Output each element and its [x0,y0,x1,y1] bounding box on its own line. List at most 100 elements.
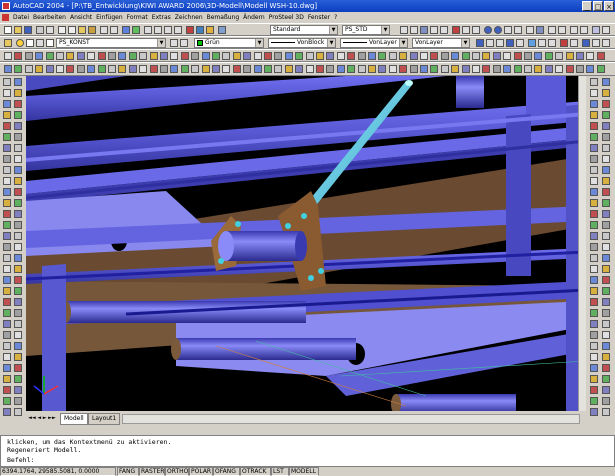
new-icon[interactable] [4,26,12,34]
tool-icon[interactable] [14,408,22,416]
tool-icon[interactable] [222,52,231,60]
tool-icon[interactable] [482,65,491,73]
tool-icon[interactable] [4,52,12,60]
tool-icon[interactable] [590,309,598,317]
tool-icon[interactable] [3,342,11,350]
tool-icon[interactable] [565,52,574,60]
tool-icon[interactable] [191,52,200,60]
tool-icon[interactable] [56,52,64,60]
tool-icon[interactable] [97,52,106,60]
tool-icon[interactable] [504,26,512,34]
app-icon[interactable] [2,2,10,10]
open-icon[interactable] [14,26,22,34]
tool-icon[interactable] [316,52,324,60]
tool-icon[interactable] [14,221,22,229]
tool-icon[interactable] [128,52,137,60]
tool-icon[interactable] [496,39,504,47]
tool-icon[interactable] [3,232,11,240]
tool-icon[interactable] [492,65,501,73]
tool-icon[interactable] [399,65,408,73]
command-prompt[interactable]: Befehl: [7,456,34,465]
tool-icon[interactable] [534,52,543,60]
tool-icon[interactable] [590,320,598,328]
tool-icon[interactable] [602,320,610,328]
tool-icon[interactable] [472,65,480,73]
tool-icon[interactable] [264,52,272,60]
tool-icon[interactable] [602,353,610,361]
tool-icon[interactable] [347,65,356,73]
tool-icon[interactable] [400,26,408,34]
tool-icon[interactable] [524,52,532,60]
tool-icon[interactable] [590,364,598,372]
tool-icon[interactable] [149,65,158,73]
orbit-icon[interactable] [484,26,492,34]
tab-nav-arrows[interactable]: ◄◄ ◄ ► ►► [28,414,56,422]
tool-icon[interactable] [284,65,293,73]
tool-icon[interactable] [368,65,376,73]
paste-icon[interactable] [78,26,86,34]
copy-icon[interactable] [68,26,76,34]
tool-icon[interactable] [3,111,11,119]
layer-freeze-icon[interactable] [26,39,34,47]
menu-prosteel[interactable]: ProSteel 3D [267,12,306,23]
tool-icon[interactable] [14,309,22,317]
tool-icon[interactable] [191,65,200,73]
tool-icon[interactable] [3,155,11,163]
tool-icon[interactable] [590,408,598,416]
tool-icon[interactable] [602,39,610,47]
tool-icon[interactable] [602,221,610,229]
tool-icon[interactable] [14,89,22,97]
tool-icon[interactable] [590,111,598,119]
tool-icon[interactable] [3,188,11,196]
tool-icon[interactable] [602,287,610,295]
menu-bemassung[interactable]: Bemaßung [205,12,242,23]
tool-icon[interactable] [555,52,564,60]
fang-toggle[interactable]: FANG [117,467,139,476]
tool-icon[interactable] [590,100,598,108]
tool-icon[interactable] [14,210,22,218]
tool-icon[interactable] [180,65,189,73]
tool-icon[interactable] [149,52,158,60]
tool-icon[interactable] [602,331,610,339]
tool-icon[interactable] [295,52,304,60]
tool-icon[interactable] [602,210,610,218]
tool-icon[interactable] [357,65,366,73]
raster-toggle[interactable]: RASTER [139,467,165,476]
tool-icon[interactable] [602,155,610,163]
matchprop-icon[interactable] [88,26,96,34]
tool-icon[interactable] [590,210,598,218]
tool-icon[interactable] [108,65,116,73]
menu-bearbeiten[interactable]: Bearbeiten [31,12,68,23]
textstyle-select[interactable]: Standard ▼ [270,25,338,35]
tool-icon[interactable] [602,309,610,317]
tool-icon[interactable] [139,52,148,60]
tool-icon[interactable] [3,210,11,218]
tool-icon[interactable] [440,52,449,60]
tool-icon[interactable] [534,65,543,73]
tool-icon[interactable] [14,364,22,372]
tool-icon[interactable] [253,52,262,60]
tool-icon[interactable] [128,65,137,73]
tool-icon[interactable] [66,52,75,60]
menu-help[interactable]: ? [332,12,339,23]
make-current-icon[interactable] [170,39,178,47]
tool-icon[interactable] [14,65,23,73]
tool-icon[interactable] [378,65,387,73]
tool-icon[interactable] [14,243,22,251]
tool-icon[interactable] [513,65,522,73]
zoom-realtime-icon[interactable] [154,26,162,34]
tool-icon[interactable] [602,265,610,273]
tool-icon[interactable] [420,65,428,73]
tool-icon[interactable] [592,26,600,34]
tool-icon[interactable] [14,111,22,119]
print-icon[interactable] [36,26,44,34]
tool-icon[interactable] [14,100,22,108]
tool-icon[interactable] [14,52,23,60]
cut-icon[interactable] [58,26,66,34]
menu-fenster[interactable]: Fenster [306,12,332,23]
tool-icon[interactable] [14,386,22,394]
tool-icon[interactable] [590,276,598,284]
tool-icon[interactable] [558,26,566,34]
tool-icon[interactable] [243,52,252,60]
tool-icon[interactable] [548,39,556,47]
